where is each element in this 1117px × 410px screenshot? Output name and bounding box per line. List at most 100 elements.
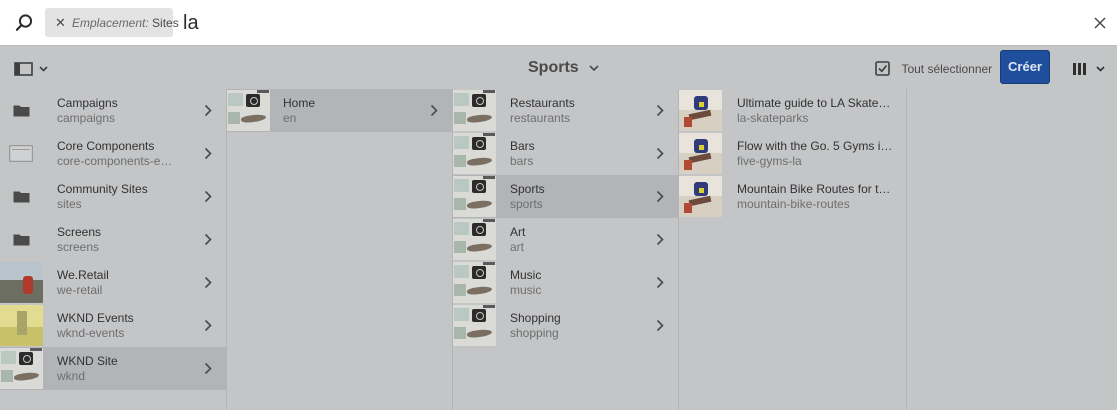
item-name: sports: [510, 197, 543, 211]
list-item[interactable]: Music music: [453, 261, 678, 304]
item-name: en: [283, 111, 297, 125]
list-item[interactable]: Mountain Bike Routes for the ... mountain…: [679, 175, 906, 218]
list-item[interactable]: Restaurants restaurants: [453, 89, 678, 132]
select-all-label: Tout sélectionner: [901, 61, 993, 76]
site-thumbnail: [453, 90, 496, 131]
list-item[interactable]: Bars bars: [453, 132, 678, 175]
site-thumbnail: [453, 219, 496, 260]
list-item[interactable]: Core Components core-components-exa...: [0, 132, 226, 175]
thumbnail: [227, 90, 270, 131]
site-thumbnail: [0, 348, 43, 389]
list-item[interactable]: Screens screens: [0, 218, 226, 261]
item-name: shopping: [510, 326, 559, 340]
thumbnail: [679, 90, 722, 131]
item-name: la-skateparks: [737, 111, 809, 125]
item-title: Screens: [57, 225, 102, 239]
column-view-icon[interactable]: [1070, 61, 1108, 77]
thumbnail: [453, 133, 496, 174]
item-name: wknd-events: [57, 326, 125, 340]
thumbnail: [0, 176, 43, 217]
item-title: Core Components: [57, 139, 155, 153]
thumbnail: [0, 262, 43, 303]
thumbnail: [679, 133, 722, 174]
tag-value: Sites: [152, 16, 179, 30]
thumbnail: [679, 176, 722, 217]
item-name: sites: [57, 197, 82, 211]
item-title: Music: [510, 268, 542, 282]
chevron-right-icon[interactable]: [204, 362, 212, 375]
list-item[interactable]: We.Retail we-retail: [0, 261, 226, 304]
list-item[interactable]: Ultimate guide to LA Skateparks. la-skate…: [679, 89, 906, 132]
chevron-right-icon[interactable]: [656, 104, 664, 117]
thumbnail: [0, 90, 43, 131]
thumbnail: [453, 176, 496, 217]
chevron-right-icon[interactable]: [204, 147, 212, 160]
chevron-right-icon[interactable]: [204, 233, 212, 246]
item-name: art: [510, 240, 525, 254]
search-input[interactable]: la: [183, 9, 199, 37]
item-name: core-components-exa...: [57, 154, 177, 168]
list-item[interactable]: Campaigns campaigns: [0, 89, 226, 132]
thumbnail: [0, 305, 43, 346]
list-item[interactable]: Sports sports: [453, 175, 678, 218]
folder-title[interactable]: Sports: [528, 57, 599, 79]
chevron-right-icon[interactable]: [656, 233, 664, 246]
item-title: Shopping: [510, 311, 561, 325]
checkbox-icon: [875, 61, 890, 77]
chevron-right-icon[interactable]: [656, 319, 664, 332]
site-thumbnail: [453, 262, 496, 303]
list-item[interactable]: WKND Site wknd: [0, 347, 226, 390]
list-item[interactable]: WKND Events wknd-events: [0, 304, 226, 347]
item-title: We.Retail: [57, 268, 109, 282]
item-title: Mountain Bike Routes for the ...: [737, 182, 897, 196]
list-item[interactable]: Flow with the Go. 5 Gyms in LA. five-gyms…: [679, 132, 906, 175]
chevron-right-icon[interactable]: [204, 319, 212, 332]
close-icon[interactable]: [1092, 15, 1108, 31]
column-wknd-site: Home en: [227, 89, 453, 410]
item-title: WKND Site: [57, 354, 118, 368]
page-title: Sports: [528, 59, 579, 76]
thumbnail: [453, 262, 496, 303]
skate-thumbnail: [679, 90, 722, 131]
item-title: Restaurants: [510, 96, 575, 110]
folder-icon: [13, 191, 30, 203]
chevron-right-icon[interactable]: [656, 147, 664, 160]
item-title: Bars: [510, 139, 535, 153]
tag-key: Emplacement:: [72, 16, 149, 30]
list-item[interactable]: Art art: [453, 218, 678, 261]
item-title: WKND Events: [57, 311, 134, 325]
list-item[interactable]: Home en: [227, 89, 452, 132]
item-name: mountain-bike-routes: [737, 197, 850, 211]
select-all-button[interactable]: Tout sélectionner: [875, 60, 992, 78]
site-thumbnail: [453, 176, 496, 217]
item-name: bars: [510, 154, 534, 168]
toolbar: Sports Tout sélectionner Créer: [0, 47, 1117, 89]
chevron-right-icon[interactable]: [656, 276, 664, 289]
item-title: Art: [510, 225, 526, 239]
item-title: Sports: [510, 182, 545, 196]
item-name: wknd: [57, 369, 86, 383]
list-item[interactable]: Community Sites sites: [0, 175, 226, 218]
rail-toggle-icon[interactable]: [14, 61, 50, 77]
create-button[interactable]: Créer: [1000, 50, 1050, 84]
thumbnail: [0, 133, 43, 174]
list-item[interactable]: Shopping shopping: [453, 304, 678, 347]
chevron-right-icon[interactable]: [204, 276, 212, 289]
folder-icon: [13, 105, 30, 117]
site-thumbnail: [453, 133, 496, 174]
thumbnail: [453, 90, 496, 131]
item-name: five-gyms-la: [737, 154, 802, 168]
search-icon[interactable]: [14, 13, 34, 33]
component-icon: [9, 145, 33, 162]
close-icon[interactable]: ✕: [55, 8, 66, 37]
chevron-right-icon[interactable]: [204, 104, 212, 117]
chevron-right-icon[interactable]: [204, 190, 212, 203]
chevron-right-icon[interactable]: [656, 190, 664, 203]
item-title: Home: [283, 96, 316, 110]
chevron-right-icon[interactable]: [430, 104, 438, 117]
skate-thumbnail: [679, 176, 722, 217]
skate-thumbnail: [679, 133, 722, 174]
folder-icon: [13, 234, 30, 246]
events-thumbnail: [0, 305, 43, 346]
item-name: campaigns: [57, 111, 116, 125]
